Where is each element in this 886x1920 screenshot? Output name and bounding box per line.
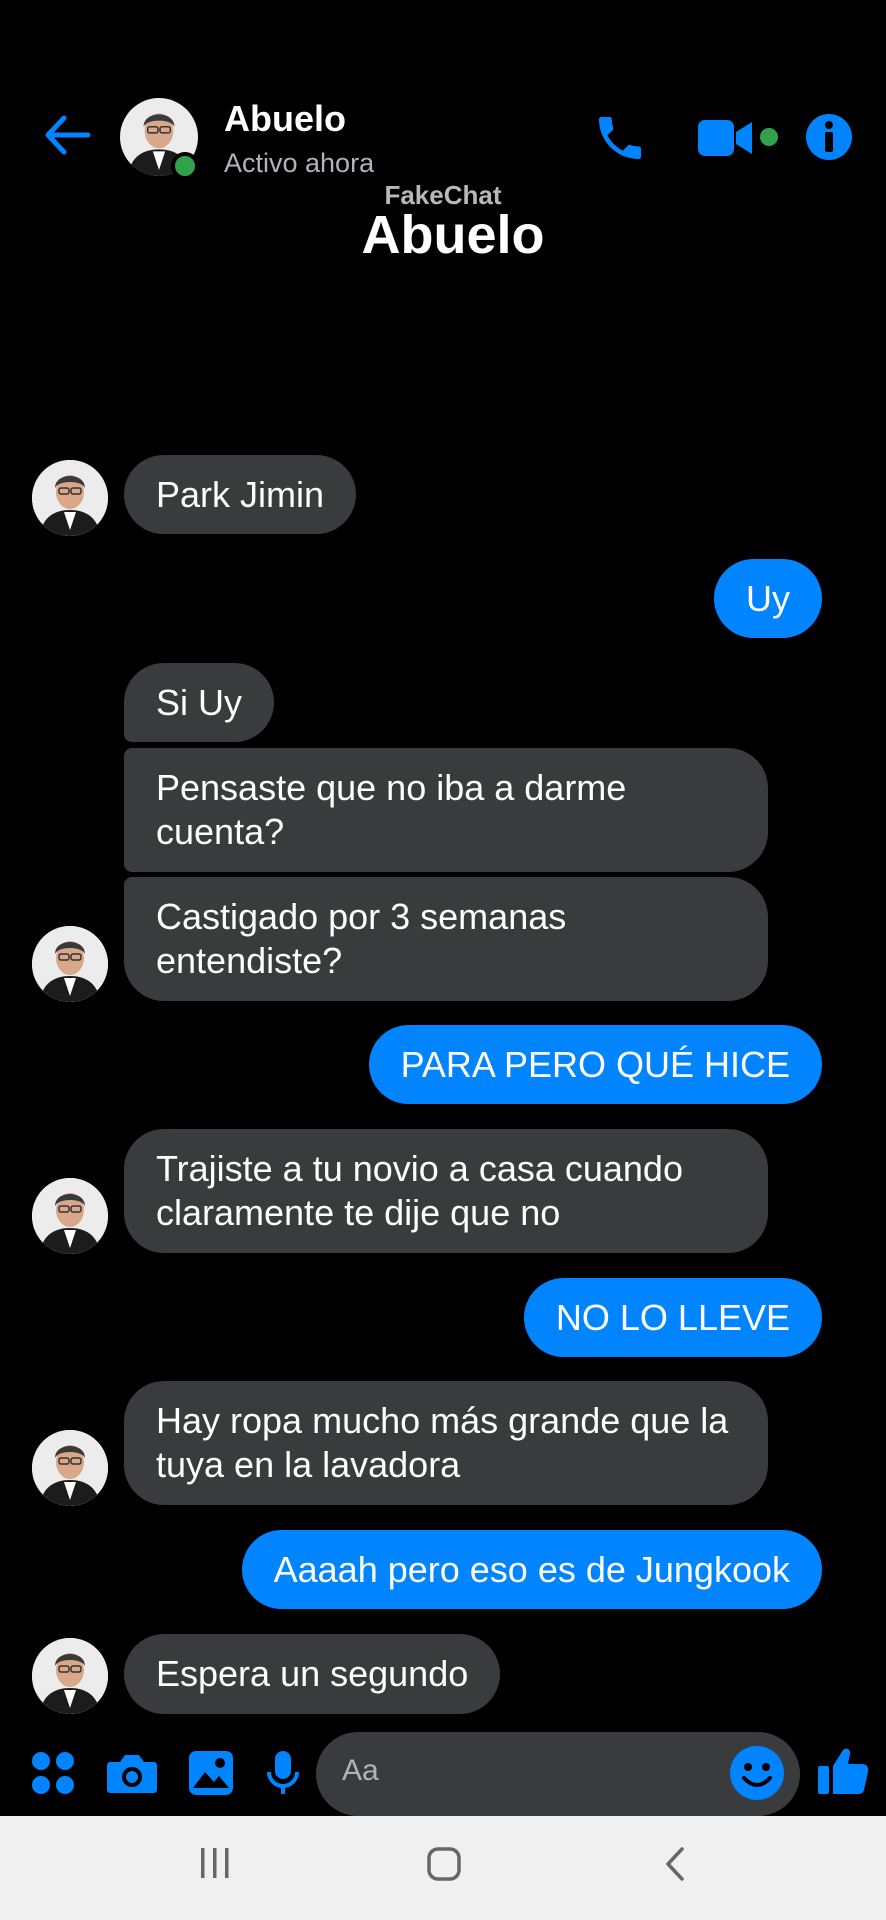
message-input[interactable]: Aa [316,1732,800,1816]
message-outgoing[interactable]: PARA PERO QUÉ HICE [368,1025,822,1104]
arrow-left-icon[interactable] [42,110,92,160]
microphone-icon[interactable] [266,1750,300,1801]
message-incoming[interactable]: Hay ropa mucho más grande que la tuya en… [124,1381,768,1505]
conversation-title: Abuelo [361,205,545,265]
home-icon[interactable] [426,1846,462,1887]
info-icon[interactable] [804,112,854,162]
message-incoming[interactable]: Espera un segundo [124,1634,501,1714]
video-active-indicator [760,128,778,146]
camera-icon[interactable] [106,1750,158,1801]
contact-avatar-small [32,926,108,1002]
message-incoming[interactable]: Castigado por 3 semanas entendiste? [124,877,768,1001]
message-outgoing[interactable]: NO LO LLEVE [523,1278,822,1357]
contact-avatar-small [32,1638,108,1714]
message-outgoing[interactable]: Uy [714,559,822,638]
online-indicator [171,152,199,180]
system-navbar [0,1816,886,1920]
message-incoming[interactable]: Si Uy [124,663,275,742]
contact-avatar-small [32,1178,108,1254]
contact-status: Activo ahora [224,148,375,178]
contact-name[interactable]: Abuelo [224,98,346,140]
contact-avatar-small [32,460,108,536]
message-composer: Aa [0,1728,886,1824]
back-icon[interactable] [660,1846,690,1887]
message-outgoing[interactable]: Aaaah pero eso es de Jungkook [241,1530,822,1609]
thumbs-up-icon[interactable] [816,1744,870,1803]
contact-avatar-small [32,1430,108,1506]
gallery-icon[interactable] [188,1750,234,1801]
phone-icon[interactable] [592,110,648,166]
video-camera-icon[interactable] [696,116,756,160]
apps-grid-icon[interactable] [30,1750,76,1801]
emoji-icon[interactable] [728,1744,786,1802]
message-incoming[interactable]: Park Jimin [124,455,357,534]
recent-apps-icon[interactable] [198,1846,232,1885]
message-incoming[interactable]: Trajiste a tu novio a casa cuando claram… [124,1129,768,1253]
message-incoming[interactable]: Pensaste que no iba a darme cuenta? [124,748,768,872]
message-input-placeholder: Aa [342,1754,379,1787]
